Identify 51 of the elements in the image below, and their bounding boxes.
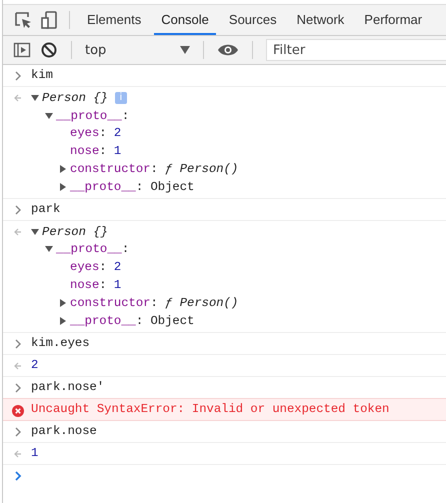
chevron-icon — [14, 338, 22, 349]
return-arrow-icon — [13, 93, 23, 103]
filter-field[interactable]: Filter — [266, 39, 446, 61]
command-text: kim.eyes — [31, 334, 90, 352]
property-text[interactable]: __proto__: Object — [70, 180, 194, 194]
expanded-triangle-icon[interactable] — [45, 245, 53, 254]
panel-tab[interactable]: Sources — [222, 5, 284, 35]
result-value: 2 — [31, 356, 38, 374]
device-icon[interactable] — [39, 10, 59, 30]
eye-icon[interactable] — [217, 43, 239, 57]
expanded-triangle-icon[interactable] — [45, 112, 53, 120]
object-label[interactable]: Person {} — [42, 224, 108, 239]
property-text: nose: 1 — [70, 278, 122, 292]
chevron-icon — [14, 426, 22, 437]
collapsed-triangle-icon[interactable] — [59, 298, 67, 307]
expanded-triangle-icon[interactable] — [31, 228, 39, 236]
object-label[interactable]: Person {} — [42, 90, 108, 105]
return-arrow-icon — [13, 360, 23, 371]
property-text: eyes: 2 — [70, 126, 122, 140]
result-value: 1 — [31, 444, 38, 462]
chevron-icon — [14, 71, 22, 81]
error-message: Uncaught SyntaxError: Invalid or unexpected token — [31, 400, 390, 418]
dropdown-arrow-icon — [180, 46, 190, 54]
panel-tab[interactable]: Performar — [357, 5, 430, 35]
property-text: eyes: 2 — [70, 260, 122, 274]
command-text: park — [31, 200, 60, 218]
property-text[interactable]: __proto__: — [56, 242, 130, 256]
command-text: park.nose' — [31, 378, 104, 396]
return-arrow-icon — [13, 226, 23, 237]
return-arrow-icon — [13, 448, 23, 459]
panel-tab[interactable]: Elements — [80, 5, 148, 35]
property-text: nose: 1 — [70, 144, 122, 158]
command-text: kim — [31, 67, 53, 84]
property-text[interactable]: constructor: ƒ Person() — [70, 296, 238, 310]
collapsed-triangle-icon[interactable] — [59, 165, 67, 174]
property-text[interactable]: __proto__: Object — [70, 314, 194, 328]
chevron-icon — [14, 204, 22, 215]
collapsed-triangle-icon[interactable] — [59, 316, 67, 325]
expanded-triangle-icon[interactable] — [31, 94, 39, 102]
chevron-icon — [14, 470, 22, 481]
inspect-icon[interactable] — [13, 10, 33, 30]
error-icon — [12, 404, 24, 417]
panel-tab[interactable]: Network — [290, 5, 352, 35]
property-text[interactable]: constructor: ƒ Person() — [70, 162, 238, 176]
clear-icon[interactable] — [40, 41, 58, 59]
command-text: park.nose — [31, 422, 97, 440]
sidebar-toggle-icon[interactable] — [13, 41, 31, 59]
context-dropdown[interactable]: top — [85, 42, 190, 58]
chevron-icon — [14, 382, 22, 393]
property-text[interactable]: __proto__: — [56, 108, 130, 123]
collapsed-triangle-icon[interactable] — [59, 182, 67, 191]
